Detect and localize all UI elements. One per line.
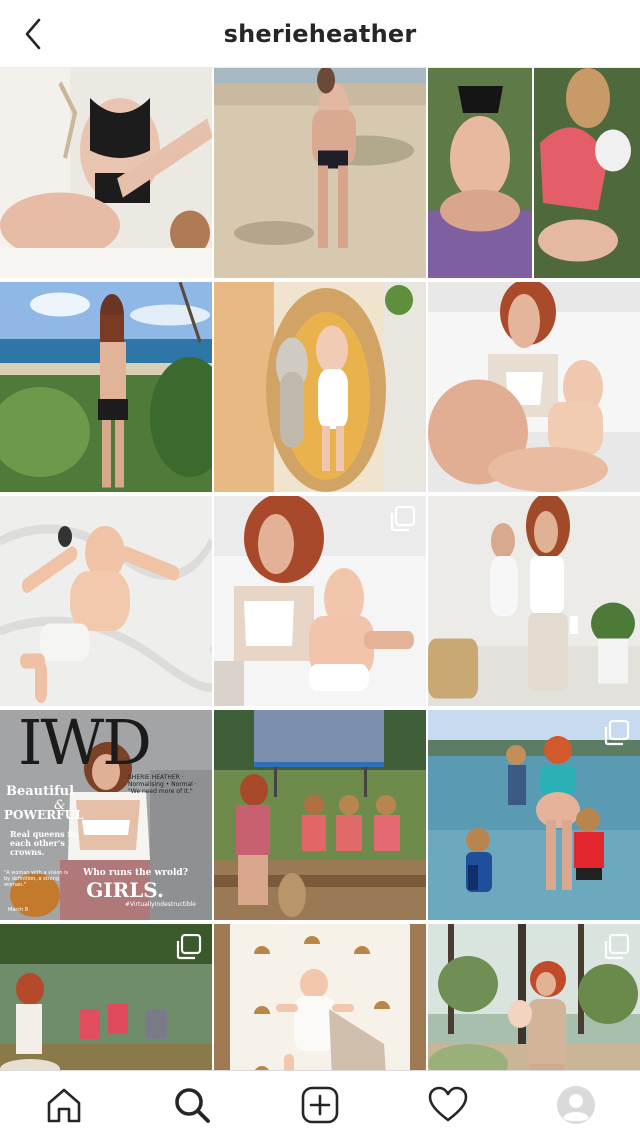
cover-hashtag: #VirtuallyIndestructible xyxy=(124,901,196,908)
search-icon xyxy=(175,1087,210,1123)
post-thumbnail-magazine-cover[interactable]: IWD SHERIE HEATHER · Normalising • Norma… xyxy=(0,710,212,920)
post-thumbnail[interactable] xyxy=(0,68,212,278)
post-thumbnail[interactable] xyxy=(214,496,426,706)
post-thumbnail[interactable] xyxy=(428,496,640,706)
nav-profile[interactable] xyxy=(552,1081,600,1129)
magazine-title: IWD xyxy=(18,710,152,779)
post-thumbnail[interactable] xyxy=(214,924,426,1070)
bottom-navigation xyxy=(0,1070,640,1138)
cover-answer: GIRLS. xyxy=(86,878,164,902)
new-post-icon xyxy=(301,1086,339,1123)
cover-headline-beautiful: Beautiful xyxy=(6,784,75,799)
cover-date: March 8 xyxy=(8,907,29,913)
cover-quote-queens: Real queens fix each other's crowns. xyxy=(10,829,79,858)
post-thumbnail[interactable] xyxy=(0,924,212,1070)
post-thumbnail[interactable] xyxy=(428,710,640,920)
cover-headline-powerful: POWERFUL xyxy=(4,808,84,822)
post-thumbnail[interactable] xyxy=(428,282,640,492)
post-thumbnail[interactable] xyxy=(0,282,212,492)
post-thumbnail[interactable] xyxy=(214,282,426,492)
nav-new-post[interactable] xyxy=(296,1081,344,1129)
multiple-photos-icon xyxy=(604,934,630,960)
multiple-photos-icon xyxy=(390,506,416,532)
post-thumbnail[interactable] xyxy=(428,68,640,278)
nav-activity[interactable] xyxy=(424,1081,472,1129)
post-thumbnail[interactable] xyxy=(0,496,212,706)
post-thumbnail[interactable] xyxy=(214,68,426,278)
profile-avatar xyxy=(557,1085,595,1124)
profile-username: sherieheather xyxy=(223,19,417,48)
nav-home[interactable] xyxy=(40,1081,88,1129)
profile-header: sherieheather xyxy=(0,0,640,68)
home-icon xyxy=(47,1088,81,1122)
nav-search[interactable] xyxy=(168,1081,216,1129)
post-thumbnail[interactable] xyxy=(214,710,426,920)
cover-question: Who runs the wrold? xyxy=(83,868,188,878)
multiple-photos-icon xyxy=(604,720,630,746)
post-thumbnail[interactable] xyxy=(428,924,640,1070)
back-button[interactable] xyxy=(22,14,66,54)
cover-quote-vision: "A woman with a vision is by definition,… xyxy=(4,870,69,888)
magazine-subtitle: SHERIE HEATHER · Normalising • Normal · … xyxy=(128,774,197,796)
post-grid: IWD SHERIE HEATHER · Normalising • Norma… xyxy=(0,68,640,1070)
chevron-left-icon xyxy=(25,18,41,50)
multiple-photos-icon xyxy=(176,934,202,960)
activity-heart-icon xyxy=(428,1086,468,1121)
